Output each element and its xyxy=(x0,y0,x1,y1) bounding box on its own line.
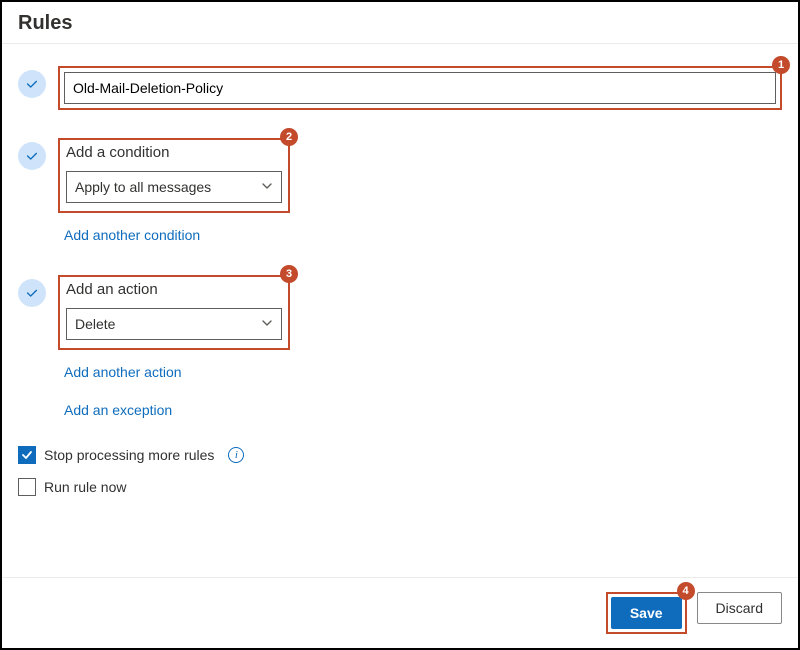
discard-button[interactable]: Discard xyxy=(697,592,782,624)
add-exception-link[interactable]: Add an exception xyxy=(64,402,172,418)
add-condition-row: Add another condition xyxy=(64,227,782,243)
stop-processing-label: Stop processing more rules xyxy=(44,447,214,463)
action-row: 3 Add an action Delete xyxy=(18,275,782,350)
add-action-row: Add another action xyxy=(64,364,782,380)
run-now-label: Run rule now xyxy=(44,479,127,495)
condition-row: 2 Add a condition Apply to all messages xyxy=(18,138,782,213)
callout-badge-4: 4 xyxy=(677,582,695,600)
condition-dropdown[interactable]: Apply to all messages xyxy=(66,171,282,203)
content-area: 1 2 Add a condition Apply to all message… xyxy=(2,44,798,577)
info-icon[interactable]: i xyxy=(228,447,244,463)
check-icon xyxy=(18,279,46,307)
header: Rules xyxy=(2,2,798,44)
add-another-action-link[interactable]: Add another action xyxy=(64,364,182,380)
action-selected: Delete xyxy=(75,316,115,332)
stop-processing-checkbox[interactable] xyxy=(18,446,36,464)
run-now-row[interactable]: Run rule now xyxy=(18,478,782,496)
add-another-condition-link[interactable]: Add another condition xyxy=(64,227,200,243)
callout-box-3: 3 Add an action Delete xyxy=(58,275,290,350)
callout-box-4: 4 Save xyxy=(606,592,687,634)
chevron-down-icon xyxy=(261,316,273,332)
check-icon xyxy=(18,142,46,170)
stop-processing-row[interactable]: Stop processing more rules i xyxy=(18,446,782,464)
rule-name-input[interactable] xyxy=(64,72,776,104)
add-exception-row: Add an exception xyxy=(64,402,782,418)
rules-panel: Rules 1 2 Add a condition xyxy=(0,0,800,650)
callout-badge-3: 3 xyxy=(280,265,298,283)
chevron-down-icon xyxy=(261,179,273,195)
action-dropdown[interactable]: Delete xyxy=(66,308,282,340)
callout-box-2: 2 Add a condition Apply to all messages xyxy=(58,138,290,213)
callout-badge-2: 2 xyxy=(280,128,298,146)
rule-name-row: 1 xyxy=(18,66,782,110)
condition-selected: Apply to all messages xyxy=(75,179,211,195)
save-button[interactable]: Save xyxy=(611,597,682,629)
page-title: Rules xyxy=(18,12,782,35)
action-label: Add an action xyxy=(66,281,282,298)
check-icon xyxy=(18,70,46,98)
run-now-checkbox[interactable] xyxy=(18,478,36,496)
callout-badge-1: 1 xyxy=(772,56,790,74)
callout-box-1: 1 xyxy=(58,66,782,110)
options-block: Stop processing more rules i Run rule no… xyxy=(18,446,782,496)
condition-label: Add a condition xyxy=(66,144,282,161)
footer: 4 Save Discard xyxy=(2,577,798,648)
